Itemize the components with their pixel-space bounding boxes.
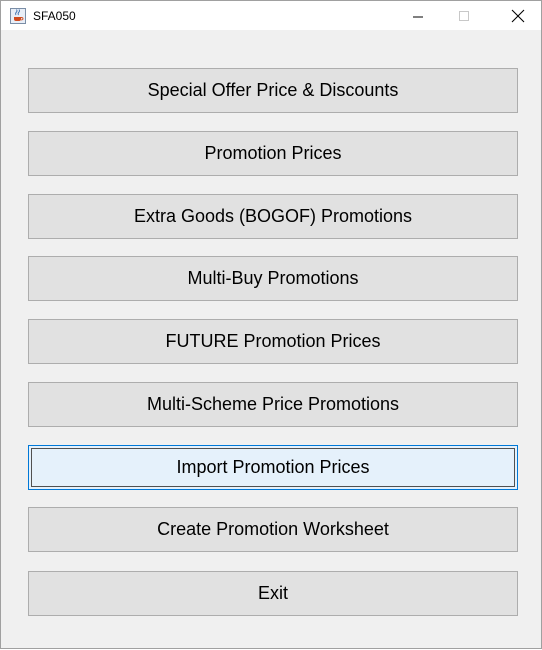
title-bar[interactable]: SFA050	[1, 0, 541, 30]
future-promotion-prices-button[interactable]: FUTURE Promotion Prices	[28, 319, 518, 364]
close-icon	[511, 9, 525, 23]
promotion-prices-button[interactable]: Promotion Prices	[28, 131, 518, 176]
extra-goods-bogof-promotions-button[interactable]: Extra Goods (BOGOF) Promotions	[28, 194, 518, 239]
minimize-button[interactable]	[395, 1, 441, 31]
button-label: Multi-Scheme Price Promotions	[146, 394, 400, 414]
button-label: Multi-Buy Promotions	[187, 268, 359, 288]
maximize-icon	[459, 11, 469, 21]
java-cup-icon	[10, 8, 26, 24]
button-label: Create Promotion Worksheet	[157, 519, 389, 539]
close-button[interactable]	[495, 1, 541, 31]
button-label: Special Offer Price & Discounts	[147, 80, 399, 100]
multi-scheme-price-promotions-button[interactable]: Multi-Scheme Price Promotions	[28, 382, 518, 427]
button-label: FUTURE Promotion Prices	[165, 331, 381, 351]
maximize-button[interactable]	[441, 1, 487, 31]
create-promotion-worksheet-button[interactable]: Create Promotion Worksheet	[28, 507, 518, 552]
menu-panel: Special Offer Price & Discounts Promotio…	[1, 30, 541, 648]
import-promotion-prices-button[interactable]: Import Promotion Prices	[28, 445, 518, 490]
button-label: Import Promotion Prices	[176, 457, 370, 477]
application-window: SFA050 Special Offer Price & Discounts P…	[0, 0, 542, 649]
minimize-icon	[413, 16, 423, 18]
button-label: Exit	[257, 583, 288, 603]
button-label: Promotion Prices	[204, 143, 342, 163]
multi-buy-promotions-button[interactable]: Multi-Buy Promotions	[28, 256, 518, 301]
window-title: SFA050	[33, 9, 76, 23]
button-label: Extra Goods (BOGOF) Promotions	[133, 206, 413, 226]
exit-button[interactable]: Exit	[28, 571, 518, 616]
special-offer-price-discounts-button[interactable]: Special Offer Price & Discounts	[28, 68, 518, 113]
